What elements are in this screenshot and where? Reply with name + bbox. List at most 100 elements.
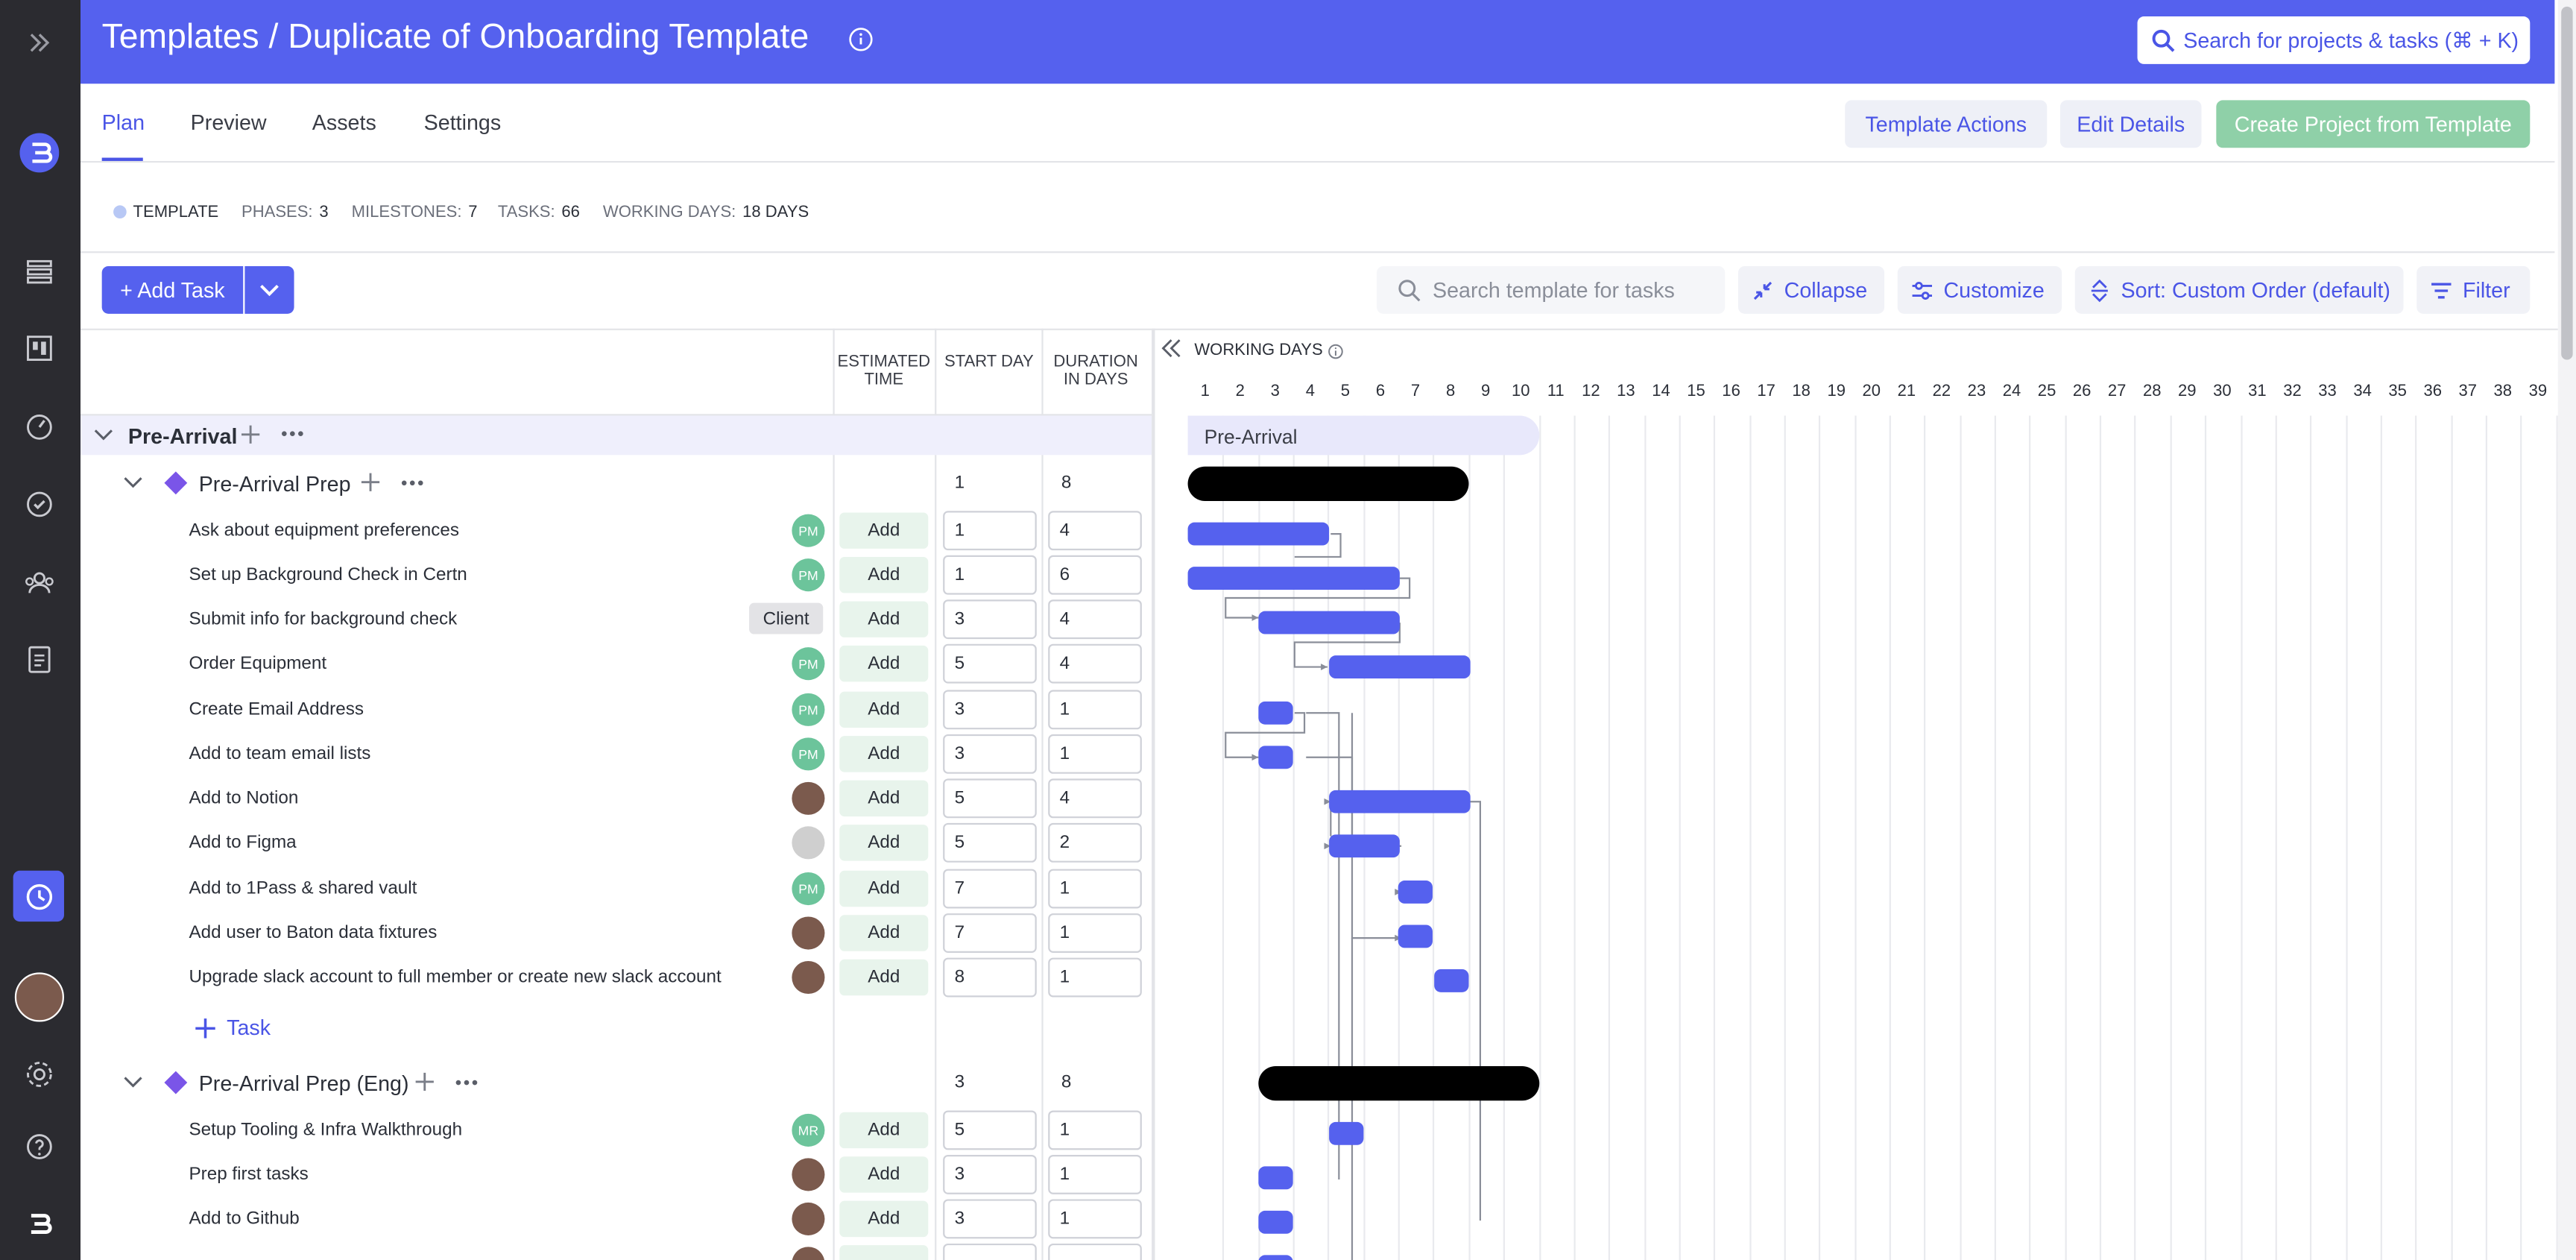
assignee-avatar[interactable]: PM: [792, 737, 825, 771]
task-gantt-bar[interactable]: [1258, 611, 1400, 634]
milestone-row[interactable]: Pre-Arrival Prep (Eng) 3 8: [80, 1061, 1152, 1105]
start-day-input[interactable]: 1: [943, 511, 1037, 551]
dashboard-icon[interactable]: [19, 407, 59, 447]
task-row[interactable]: Add to Github Add 3 1: [80, 1197, 1152, 1241]
task-row[interactable]: Create Email Address PM Add 3 1: [80, 688, 1152, 732]
add-task-button[interactable]: + Add Task: [101, 265, 244, 314]
task-gantt-bar[interactable]: [1329, 790, 1471, 813]
task-row[interactable]: Upgrade slack account to full member or …: [80, 956, 1152, 1000]
assignee-photo-avatar[interactable]: [792, 826, 825, 860]
task-row[interactable]: Add user to Baton data fixtures Add 7 1: [80, 912, 1152, 956]
start-day-input[interactable]: 5: [943, 643, 1037, 684]
plus-icon[interactable]: [414, 1071, 435, 1093]
logo-icon[interactable]: [19, 133, 60, 173]
task-gantt-bar[interactable]: [1187, 522, 1330, 546]
start-day-input[interactable]: 7: [943, 913, 1037, 953]
collapse-button[interactable]: Collapse: [1737, 265, 1885, 314]
customize-button[interactable]: Customize: [1897, 265, 2062, 314]
assignee-avatar[interactable]: MR: [792, 1113, 825, 1147]
task-gantt-bar[interactable]: [1258, 1210, 1293, 1234]
assignee-avatar[interactable]: PM: [792, 872, 825, 906]
add-estimate-button[interactable]: Add: [839, 556, 929, 593]
template-search-input[interactable]: Search template for tasks: [1377, 265, 1726, 314]
task-gantt-bar[interactable]: [1329, 655, 1471, 679]
start-day-input[interactable]: 8: [943, 957, 1037, 998]
plus-icon[interactable]: [360, 471, 382, 493]
phase-row[interactable]: Pre-Arrival: [80, 415, 1152, 456]
task-gantt-bar[interactable]: [1434, 969, 1469, 992]
start-day-input[interactable]: 3: [943, 599, 1037, 640]
add-estimate-button[interactable]: Add: [839, 1200, 929, 1238]
assignee-photo-avatar[interactable]: [792, 1158, 825, 1191]
duration-input[interactable]: 2: [1048, 822, 1142, 863]
add-estimate-button[interactable]: Add: [839, 1112, 929, 1149]
duration-input[interactable]: 1: [1048, 1154, 1142, 1194]
more-icon[interactable]: [455, 1080, 479, 1086]
duration-input[interactable]: 4: [1048, 778, 1142, 819]
start-day-input[interactable]: 7: [943, 869, 1037, 909]
start-day-input[interactable]: 3: [943, 690, 1037, 730]
add-estimate-button[interactable]: Add: [839, 780, 929, 817]
duration-input[interactable]: 1: [1048, 734, 1142, 774]
task-row[interactable]: Add to Notion Add 5 4: [80, 777, 1152, 821]
expand-nav-icon[interactable]: [19, 23, 59, 63]
add-estimate-button[interactable]: Add: [839, 691, 929, 728]
plus-icon[interactable]: [240, 423, 262, 445]
task-row[interactable]: Add to 1Pass & shared vault PM Add 7 1: [80, 867, 1152, 911]
user-avatar[interactable]: [14, 972, 64, 1022]
add-estimate-button[interactable]: [839, 1245, 929, 1260]
add-estimate-button[interactable]: Add: [839, 915, 929, 951]
tab-settings[interactable]: Settings: [424, 110, 502, 135]
assignee-photo-avatar[interactable]: [792, 960, 825, 995]
tab-preview[interactable]: Preview: [191, 110, 267, 135]
check-circle-icon[interactable]: [19, 485, 59, 524]
duration-input[interactable]: 1: [1048, 913, 1142, 953]
chevron-down-icon[interactable]: [94, 429, 113, 442]
start-day-input[interactable]: 3: [943, 1154, 1037, 1194]
start-day-input[interactable]: 5: [943, 1110, 1037, 1150]
add-estimate-button[interactable]: Add: [839, 959, 929, 996]
assignee-photo-avatar[interactable]: [792, 1247, 825, 1260]
milestone-row[interactable]: Pre-Arrival Prep 1 8: [80, 462, 1152, 505]
duration-input[interactable]: 1: [1048, 957, 1142, 998]
task-row[interactable]: Setup Tooling & Infra Walkthrough MR Add…: [80, 1109, 1152, 1153]
add-estimate-button[interactable]: Add: [839, 1156, 929, 1193]
clipboard-icon[interactable]: [19, 639, 59, 678]
sort-button[interactable]: Sort: Custom Order (default): [2074, 265, 2404, 314]
assignee-avatar[interactable]: PM: [792, 514, 825, 547]
client-assignee-badge[interactable]: Client: [749, 602, 824, 634]
start-day-input[interactable]: 1: [943, 555, 1037, 595]
assignee-photo-avatar[interactable]: [792, 781, 825, 815]
task-row[interactable]: Add to team email lists PM Add 3 1: [80, 733, 1152, 777]
duration-input[interactable]: 1: [1048, 869, 1142, 909]
add-task-link[interactable]: Task: [194, 1015, 271, 1040]
assignee-avatar[interactable]: PM: [792, 558, 825, 592]
duration-input[interactable]: 4: [1048, 599, 1142, 640]
assignee-photo-avatar[interactable]: [792, 916, 825, 950]
task-row-partial[interactable]: [80, 1242, 1152, 1260]
tab-assets[interactable]: Assets: [312, 110, 376, 135]
duration-input[interactable]: 1: [1048, 1199, 1142, 1239]
task-gantt-bar[interactable]: [1398, 881, 1433, 904]
milestone-gantt-bar[interactable]: [1258, 1066, 1540, 1101]
task-gantt-bar[interactable]: [1187, 567, 1400, 590]
tab-plan[interactable]: Plan: [102, 110, 145, 135]
filter-button[interactable]: Filter: [2416, 265, 2531, 314]
task-gantt-bar[interactable]: [1258, 1255, 1293, 1260]
task-gantt-bar[interactable]: [1329, 834, 1400, 858]
board-icon[interactable]: [19, 329, 59, 368]
duration-input[interactable]: 1: [1048, 1110, 1142, 1150]
more-icon[interactable]: [281, 430, 304, 437]
scrollbar-track[interactable]: [2557, 0, 2576, 1260]
task-row[interactable]: Order Equipment PM Add 5 4: [80, 643, 1152, 687]
duration-input[interactable]: [1048, 1243, 1142, 1260]
help-icon[interactable]: [19, 1127, 59, 1167]
scrollbar-thumb[interactable]: [2561, 6, 2573, 360]
assignee-photo-avatar[interactable]: [792, 1202, 825, 1235]
task-gantt-bar[interactable]: [1258, 746, 1293, 769]
task-row[interactable]: Prep first tasks Add 3 1: [80, 1153, 1152, 1197]
task-gantt-bar[interactable]: [1398, 924, 1433, 948]
chevron-down-icon[interactable]: [123, 1076, 142, 1089]
assignee-avatar[interactable]: PM: [792, 647, 825, 681]
add-estimate-button[interactable]: Add: [839, 512, 929, 549]
